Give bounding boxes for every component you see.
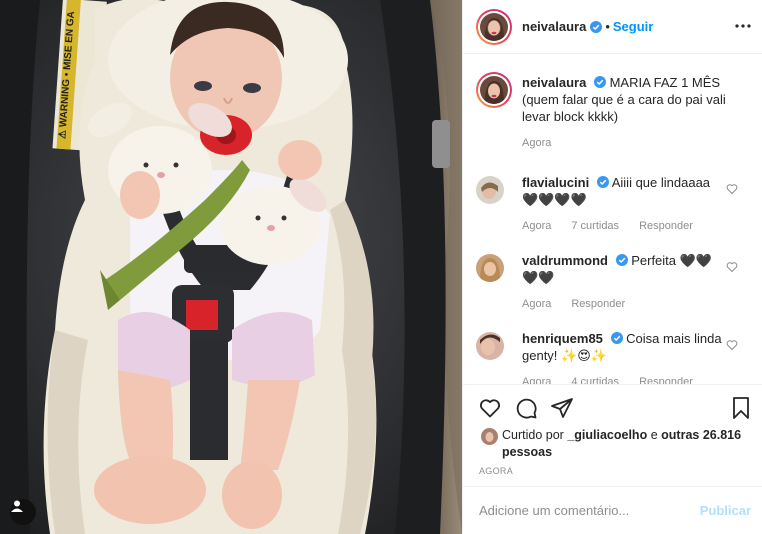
- baby-in-car-seat-image: ⚠ WARNING • MISE EN GA: [0, 0, 462, 534]
- comment-time[interactable]: Agora: [522, 218, 551, 235]
- post-side-panel: neivalaura • Seguir neivalaura MARIA FAZ…: [462, 0, 762, 534]
- reply-button[interactable]: Responder: [639, 374, 693, 384]
- more-options-icon[interactable]: [735, 19, 751, 33]
- comment-item: valdrummond Perfeita 🖤🖤🖤🖤 Agora Responde…: [476, 252, 756, 313]
- author-username[interactable]: neivalaura: [522, 19, 586, 34]
- author-avatar[interactable]: [480, 12, 508, 41]
- commenter-username[interactable]: valdrummond: [522, 253, 608, 268]
- comment-like-heart-icon[interactable]: [726, 339, 738, 351]
- reply-button[interactable]: Responder: [571, 296, 625, 313]
- share-icon[interactable]: [550, 396, 574, 420]
- liker-avatar[interactable]: [481, 428, 498, 445]
- caption-story-ring[interactable]: [476, 72, 512, 108]
- comment-time[interactable]: Agora: [522, 296, 551, 313]
- caption-time[interactable]: Agora: [522, 135, 551, 152]
- add-comment-bar: Publicar: [463, 486, 762, 534]
- verified-badge-icon: [610, 332, 623, 344]
- liked-by-middle: e: [650, 428, 658, 442]
- verified-badge-icon: [590, 20, 603, 33]
- commenter-avatar[interactable]: [476, 176, 504, 204]
- commenter-avatar[interactable]: [476, 254, 504, 282]
- commenter-avatar[interactable]: [476, 332, 504, 360]
- caption-avatar[interactable]: [480, 76, 508, 104]
- verified-badge-icon: [596, 176, 609, 188]
- verified-badge-icon: [593, 76, 606, 88]
- likes-summary: Curtido por _giuliacoelho e outras 26.81…: [481, 427, 751, 461]
- user-tag-icon: [11, 500, 23, 512]
- comment-item: flavialucini Aiiii que lindaaaa🖤🖤🖤🖤 Agor…: [476, 174, 756, 235]
- reply-button[interactable]: Responder: [639, 218, 693, 235]
- caption-username[interactable]: neivalaura: [522, 75, 586, 90]
- post-header: neivalaura • Seguir: [463, 0, 762, 54]
- comments-list[interactable]: neivalaura MARIA FAZ 1 MÊS (quem falar q…: [463, 54, 762, 384]
- comment-input[interactable]: [479, 503, 700, 518]
- comment-time[interactable]: Agora: [522, 374, 551, 384]
- comment-item: henriquem85 Coisa mais linda genty! ✨😍✨ …: [476, 330, 756, 384]
- post-photo[interactable]: ⚠ WARNING • MISE EN GA: [0, 0, 462, 534]
- follow-button[interactable]: Seguir: [613, 19, 653, 34]
- verified-badge-icon: [615, 254, 628, 266]
- author-story-ring[interactable]: [476, 8, 512, 45]
- publish-button[interactable]: Publicar: [700, 503, 751, 518]
- liked-by-user[interactable]: _giuliacoelho: [567, 428, 647, 442]
- bookmark-icon[interactable]: [729, 396, 753, 420]
- comment-like-heart-icon[interactable]: [726, 183, 738, 195]
- comment-icon[interactable]: [514, 396, 538, 420]
- comment-likes[interactable]: 7 curtidas: [571, 218, 619, 235]
- comment-like-heart-icon[interactable]: [726, 261, 738, 273]
- commenter-username[interactable]: flavialucini: [522, 175, 589, 190]
- heart-icon[interactable]: [478, 396, 502, 420]
- separator-dot: •: [605, 19, 610, 34]
- commenter-username[interactable]: henriquem85: [522, 331, 603, 346]
- post-actions: Curtido por _giuliacoelho e outras 26.81…: [463, 384, 762, 486]
- post-timestamp[interactable]: AGORA: [479, 466, 513, 476]
- liked-by-prefix: Curtido por: [502, 428, 564, 442]
- comment-likes[interactable]: 4 curtidas: [571, 374, 619, 384]
- user-tag-button[interactable]: [10, 499, 36, 525]
- caption: neivalaura MARIA FAZ 1 MÊS (quem falar q…: [476, 72, 756, 152]
